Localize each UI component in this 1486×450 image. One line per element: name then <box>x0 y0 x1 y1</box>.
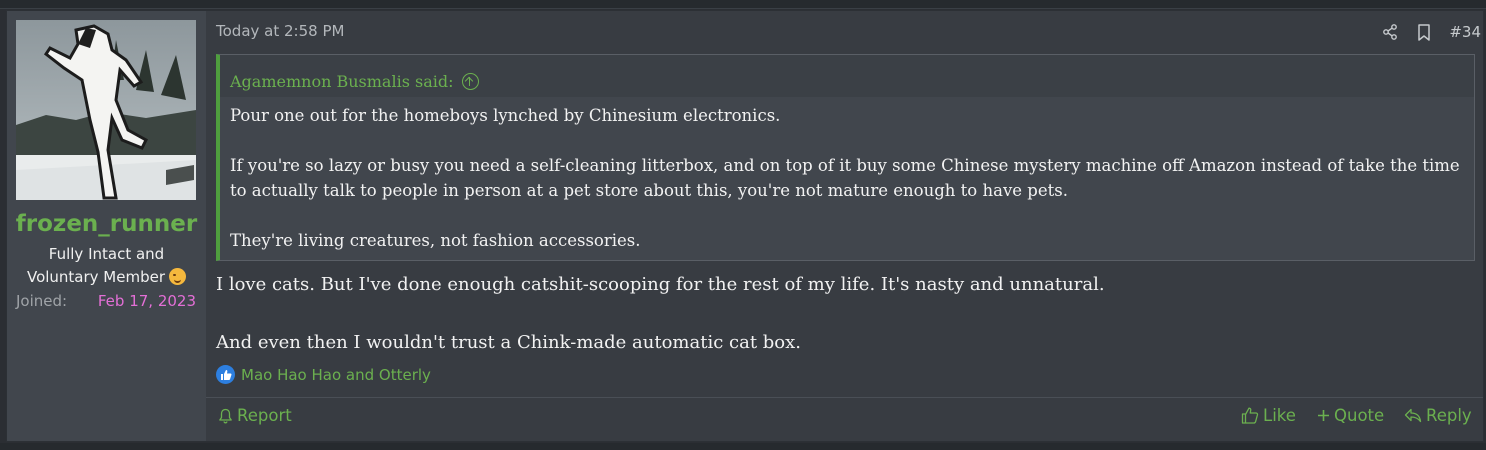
joined-date: Feb 17, 2023 <box>97 292 196 310</box>
post-timestamp[interactable]: Today at 2:58 PM <box>216 22 344 40</box>
arrow-up-circle-icon[interactable] <box>461 72 479 90</box>
user-info-panel: frozen_runner Fully Intact and Voluntary… <box>7 11 206 441</box>
like-button[interactable]: Like <box>1241 406 1296 425</box>
user-title-line2: Voluntary Member <box>26 268 166 286</box>
like-reaction-icon <box>216 365 235 384</box>
joined-label: Joined: <box>16 292 68 310</box>
like-label: Like <box>1263 406 1296 425</box>
avatar-image <box>16 20 196 200</box>
message-area: Today at 2:58 PM #34 Agamemnon Busmalis … <box>206 11 1483 441</box>
reaction-users-link[interactable]: Mao Hao Hao and Otterly <box>241 366 431 384</box>
post-number-link[interactable]: #34 <box>1449 23 1481 41</box>
message-paragraph: I love cats. But I've done enough catshi… <box>216 274 1105 295</box>
quote-body: Pour one out for the homeboys lynched by… <box>220 97 1474 253</box>
quote-block: Agamemnon Busmalis said: Pour one out fo… <box>216 54 1475 261</box>
smirk-emoji-icon <box>169 268 187 285</box>
user-title: Fully Intact and Voluntary Member <box>7 243 206 289</box>
quote-header[interactable]: Agamemnon Busmalis said: <box>220 55 1474 97</box>
share-icon[interactable] <box>1381 23 1399 41</box>
user-title-line2-wrap: Voluntary Member <box>7 266 206 289</box>
top-divider-bar <box>0 0 1486 9</box>
quote-label: Quote <box>1334 406 1385 425</box>
plus-icon <box>1318 410 1329 421</box>
forum-post: frozen_runner Fully Intact and Voluntary… <box>6 10 1484 442</box>
message-body: I love cats. But I've done enough catshi… <box>216 270 1475 357</box>
quote-paragraph: If you're so lazy or busy you need a sel… <box>230 156 1460 200</box>
post-tools: #34 <box>1381 21 1483 43</box>
thumbs-up-icon <box>1241 407 1259 424</box>
quote-paragraph: Pour one out for the homeboys lynched by… <box>230 106 781 125</box>
bell-icon <box>219 408 232 423</box>
message-paragraph: And even then I wouldn't trust a Chink-m… <box>216 332 802 353</box>
post-actions-bar: Report Like Quote Reply <box>206 397 1483 441</box>
reactions-bar[interactable]: Mao Hao Hao and Otterly <box>216 365 431 384</box>
reply-button[interactable]: Reply <box>1404 406 1472 425</box>
username[interactable]: frozen_runner <box>7 211 206 237</box>
joined-row: Joined: Feb 17, 2023 <box>16 292 196 310</box>
bookmark-icon[interactable] <box>1415 23 1433 41</box>
avatar[interactable] <box>16 20 196 200</box>
reply-arrow-icon <box>1404 408 1422 423</box>
report-button[interactable]: Report <box>218 406 292 425</box>
quote-attribution[interactable]: Agamemnon Busmalis said: <box>230 72 454 91</box>
report-label: Report <box>237 406 292 425</box>
user-title-line1: Fully Intact and <box>48 245 165 263</box>
bottom-divider-bar <box>0 443 1486 450</box>
quote-paragraph: They're living creatures, not fashion ac… <box>230 231 641 250</box>
reply-label: Reply <box>1426 406 1472 425</box>
quote-button[interactable]: Quote <box>1317 406 1384 425</box>
